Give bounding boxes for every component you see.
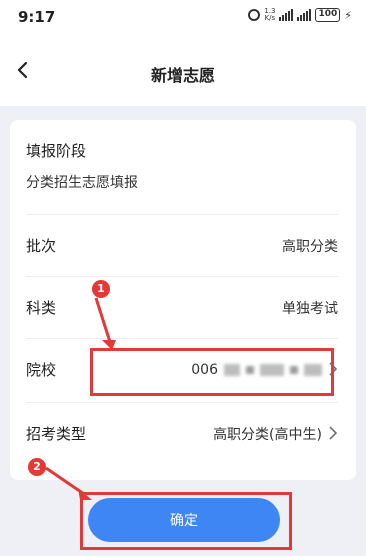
status-bar: 9:17 1.3 K/s 100 ⚡ bbox=[0, 0, 366, 36]
page: 9:17 1.3 K/s 100 ⚡ 新增志愿 填报阶段 分类招生志愿填报 批次… bbox=[0, 0, 366, 556]
subject-type-value: 单独考试 bbox=[282, 301, 338, 317]
status-icons: 1.3 K/s 100 ⚡ bbox=[248, 8, 352, 22]
signal-icon bbox=[279, 9, 294, 21]
confirm-button[interactable]: 确定 bbox=[88, 498, 280, 542]
subject-type-label: 科类 bbox=[26, 299, 57, 317]
school-label: 院校 bbox=[26, 361, 57, 379]
stage-value: 分类招生志愿填报 bbox=[26, 175, 138, 191]
signal-icon-2 bbox=[297, 9, 312, 21]
alarm-icon bbox=[248, 9, 261, 21]
stage-label: 填报阶段 bbox=[26, 142, 87, 160]
school-highlight-box bbox=[90, 348, 334, 396]
batch-row[interactable]: 批次 高职分类 bbox=[26, 214, 338, 274]
network-speed: 1.3 K/s bbox=[264, 8, 275, 22]
batch-label: 批次 bbox=[26, 237, 57, 255]
step-1-arrow-icon bbox=[94, 297, 116, 350]
batch-value: 高职分类 bbox=[282, 239, 338, 255]
battery-icon: 100 bbox=[315, 8, 341, 22]
charging-icon: ⚡ bbox=[344, 8, 352, 22]
nav-bar: 新增志愿 bbox=[0, 36, 366, 106]
status-time: 9:17 bbox=[18, 8, 56, 26]
admission-type-value: 高职分类(高中生) bbox=[213, 427, 322, 443]
network-speed-unit: K/s bbox=[264, 14, 276, 22]
subject-type-row[interactable]: 科类 单独考试 bbox=[26, 276, 338, 336]
page-title: 新增志愿 bbox=[150, 66, 215, 85]
admission-type-label: 招考类型 bbox=[26, 425, 87, 443]
chevron-right-icon bbox=[329, 426, 338, 440]
admission-type-row[interactable]: 招考类型 高职分类(高中生) bbox=[26, 402, 338, 462]
